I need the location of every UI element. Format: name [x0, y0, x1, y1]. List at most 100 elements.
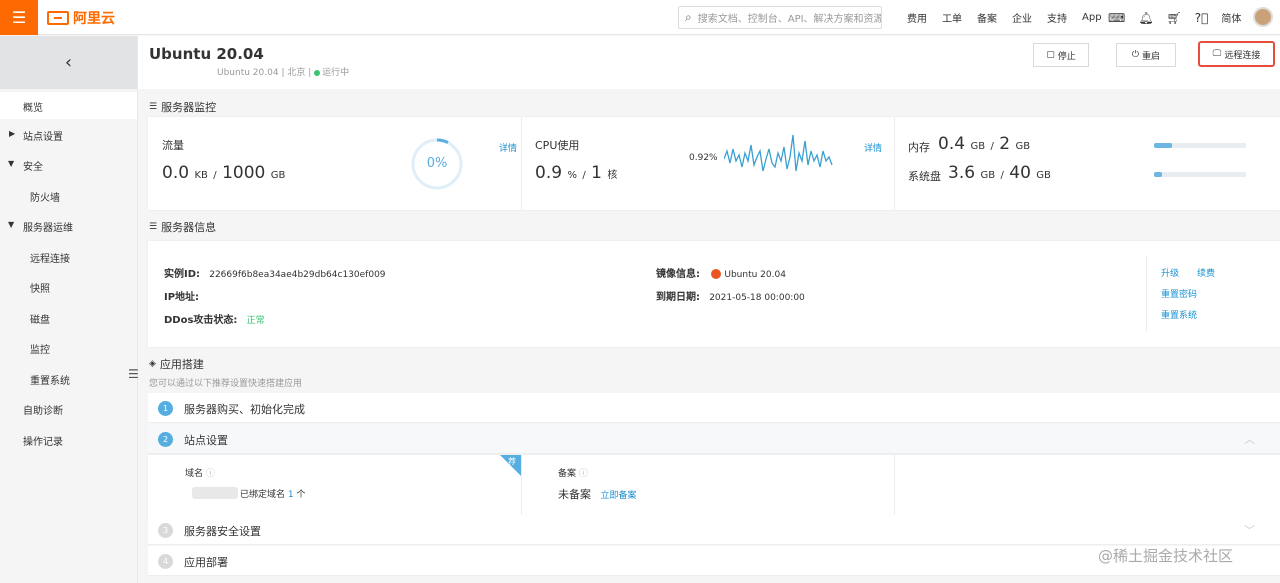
disk-label: 系统盘	[908, 170, 941, 183]
domain-bound-prefix: 已绑定域名	[240, 490, 286, 500]
sidebar-item-operation-log[interactable]: 操作记录	[0, 428, 137, 452]
section-title-text: 服务器监控	[161, 101, 217, 114]
nav-enterprise[interactable]: 企业	[1012, 10, 1032, 25]
bell-icon[interactable]: 🔔︎	[1138, 11, 1153, 25]
sidebar-item-monitor[interactable]: 监控	[0, 336, 137, 360]
memory-progress-fill	[1154, 143, 1173, 148]
memory-value: 0.4 GB / 2 GB	[938, 134, 1031, 154]
step-label: 服务器购买、初始化完成	[184, 403, 305, 416]
chevron-up-icon[interactable]: ︿	[1244, 431, 1255, 447]
remote-connect-button[interactable]: 🖵 远程连接	[1198, 41, 1275, 67]
disk-total-unit: GB	[1036, 170, 1051, 181]
memory-used-unit: GB	[970, 141, 986, 152]
top-bar: ☰ 阿里云 ⌕ 搜索文档、控制台、API、解决方案和资源 费用 工单 备案 企业…	[0, 0, 1280, 35]
ddos-status: 正常	[246, 316, 265, 326]
icp-label: 备案 ⓘ	[558, 466, 588, 479]
stop-label: 停止	[1057, 51, 1076, 62]
monitor-icon: 🖵	[1212, 49, 1222, 59]
cart-icon[interactable]: 🛒︎	[1167, 11, 1182, 25]
masked-domain	[192, 487, 238, 499]
reset-system-link[interactable]: 重置系统	[1161, 308, 1197, 321]
cpu-used-unit: %	[567, 170, 577, 181]
remote-connect-label: 远程连接	[1224, 50, 1261, 61]
upgrade-link[interactable]: 升级	[1161, 266, 1179, 279]
traffic-detail-link[interactable]: 详情	[499, 141, 517, 154]
disk-total: 40	[1009, 163, 1031, 183]
divider	[1146, 256, 1147, 332]
cpu-label: CPU使用	[535, 139, 580, 152]
sidebar-item-server-ops[interactable]: ▼ 服务器运维	[0, 214, 137, 238]
disk-used-unit: GB	[980, 170, 996, 181]
logo-text: 阿里云	[73, 11, 115, 27]
stop-button[interactable]: ▢ 停止	[1033, 43, 1089, 67]
step-3[interactable]: 3 服务器安全设置 ﹀	[148, 515, 1280, 545]
question-icon[interactable]: ⓘ	[206, 469, 215, 479]
nav-ticket[interactable]: 工单	[942, 10, 962, 25]
sidebar-item-label: 服务器运维	[23, 223, 73, 234]
icp-label-text: 备案	[558, 469, 577, 479]
step-number: 3	[158, 523, 173, 538]
sidebar-item-security[interactable]: ▼ 安全	[0, 153, 137, 177]
subtitle-region: 北京	[287, 68, 306, 78]
traffic-total: 1000	[222, 163, 266, 183]
cpu-used: 0.9	[535, 163, 563, 183]
sidebar-item-site-settings[interactable]: ▶ 站点设置	[0, 123, 137, 147]
sidebar-item-disk[interactable]: 磁盘	[0, 306, 137, 330]
sidebar-item-reset-system[interactable]: 重置系统	[0, 367, 137, 391]
aliyun-logo[interactable]: 阿里云	[47, 8, 115, 28]
language-switch[interactable]: 简体	[1221, 10, 1241, 25]
reset-password-link[interactable]: 重置密码	[1161, 287, 1197, 300]
traffic-used: 0.0	[162, 163, 190, 183]
sidebar-item-label: 站点设置	[23, 132, 63, 143]
domain-bound-count[interactable]: 1	[288, 490, 294, 500]
search-input[interactable]: ⌕ 搜索文档、控制台、API、解决方案和资源	[678, 6, 882, 29]
chevron-left-icon: ‹	[64, 52, 73, 73]
sidebar-item-label: 防火墙	[30, 193, 60, 204]
sidebar-item-self-diagnosis[interactable]: 自助诊断	[0, 397, 137, 421]
hamburger-icon[interactable]: ☰	[0, 0, 38, 35]
caret-right-icon: ▶	[9, 129, 16, 138]
renew-link[interactable]: 续费	[1197, 266, 1215, 279]
nav-support[interactable]: 支持	[1047, 10, 1067, 25]
sidebar-item-snapshot[interactable]: 快照	[0, 275, 137, 299]
nav-app[interactable]: App	[1082, 12, 1102, 23]
ddos-label: DDos攻击状态:	[164, 315, 238, 326]
icp-status-row: 未备案 立即备案	[558, 486, 637, 502]
monitor-card: 流量 0.0 KB / 1000 GB 0% 详情 CPU使用 0.9 % / …	[148, 117, 1280, 210]
step-label: 站点设置	[184, 434, 228, 447]
question-icon[interactable]: ⓘ	[579, 469, 588, 479]
domain-label-text: 域名	[185, 469, 204, 479]
traffic-used-unit: KB	[194, 170, 208, 181]
help-icon[interactable]: ?⃝	[1195, 11, 1209, 25]
traffic-value: 0.0 KB / 1000 GB	[162, 163, 286, 183]
traffic-label: 流量	[162, 139, 184, 152]
nav-icp[interactable]: 备案	[977, 10, 997, 25]
cpu-sparkline	[724, 134, 833, 172]
sidebar-item-label: 快照	[30, 284, 50, 295]
terminal-icon[interactable]: ⌨	[1108, 11, 1125, 25]
layers-icon: ◈	[149, 359, 156, 369]
memory-label: 内存	[908, 141, 930, 154]
main-content: Ubuntu 20.04 Ubuntu 20.04 | 北京 | 运行中 ▢ 停止…	[138, 36, 1280, 583]
cpu-detail-link[interactable]: 详情	[864, 141, 882, 154]
memory-progress-bar	[1154, 143, 1246, 148]
avatar[interactable]	[1253, 7, 1273, 27]
nav-fees[interactable]: 费用	[907, 10, 927, 25]
icp-status: 未备案	[558, 488, 591, 501]
list-icon: ☰	[149, 222, 158, 232]
sidebar-item-label: 安全	[23, 162, 43, 173]
image-value: Ubuntu 20.04	[724, 270, 786, 280]
restart-button[interactable]: ⏻ 重启	[1116, 43, 1176, 67]
icp-register-link[interactable]: 立即备案	[601, 491, 637, 501]
step-1[interactable]: 1 服务器购买、初始化完成	[148, 393, 1280, 423]
back-button[interactable]: ‹	[0, 36, 137, 89]
app-build-subtitle: 您可以通过以下推荐设置快速搭建应用	[149, 379, 303, 389]
image-label: 镜像信息:	[656, 269, 700, 280]
step-2[interactable]: 2 站点设置 ︿	[148, 424, 1280, 454]
sidebar-item-overview[interactable]: 概览	[0, 92, 137, 119]
sidebar-item-firewall[interactable]: 防火墙	[0, 184, 137, 208]
chevron-down-icon[interactable]: ﹀	[1244, 522, 1255, 538]
ddos-row: DDos攻击状态: 正常	[164, 311, 265, 326]
sidebar-item-remote-connect[interactable]: 远程连接	[0, 245, 137, 269]
ubuntu-icon	[711, 269, 722, 279]
